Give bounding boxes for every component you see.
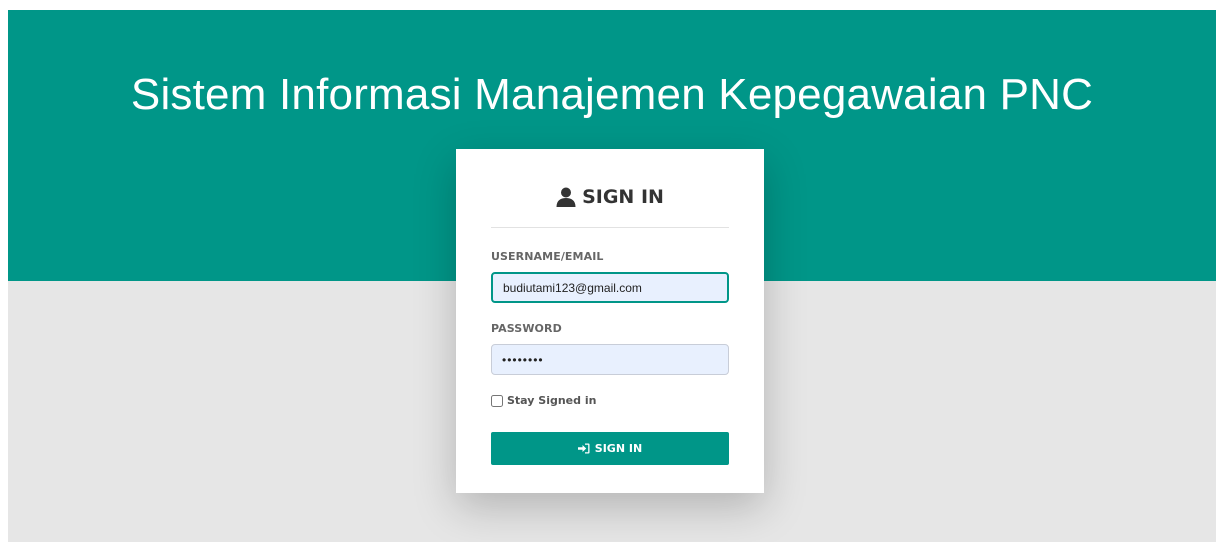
login-page: Sistem Informasi Manajemen Kepegawaian P… xyxy=(8,10,1216,542)
login-heading-text: SIGN IN xyxy=(582,186,664,208)
username-label: USERNAME/EMAIL xyxy=(491,250,604,263)
stay-signed-in[interactable]: Stay Signed in xyxy=(491,394,596,407)
password-input[interactable] xyxy=(491,344,729,375)
password-label: PASSWORD xyxy=(491,322,562,335)
sign-in-icon xyxy=(577,443,590,454)
stay-signed-in-checkbox[interactable] xyxy=(491,394,503,407)
login-card: SIGN IN USERNAME/EMAIL PASSWORD Stay Sig… xyxy=(456,149,764,493)
sign-in-button[interactable]: SIGN IN xyxy=(491,432,729,465)
user-icon xyxy=(556,187,576,207)
stay-signed-in-label: Stay Signed in xyxy=(507,394,597,407)
login-card-header: SIGN IN xyxy=(491,185,729,228)
username-input[interactable] xyxy=(491,272,729,303)
app-title: Sistem Informasi Manajemen Kepegawaian P… xyxy=(130,70,1094,119)
sign-in-button-label: SIGN IN xyxy=(594,442,643,455)
login-heading: SIGN IN xyxy=(556,185,664,209)
